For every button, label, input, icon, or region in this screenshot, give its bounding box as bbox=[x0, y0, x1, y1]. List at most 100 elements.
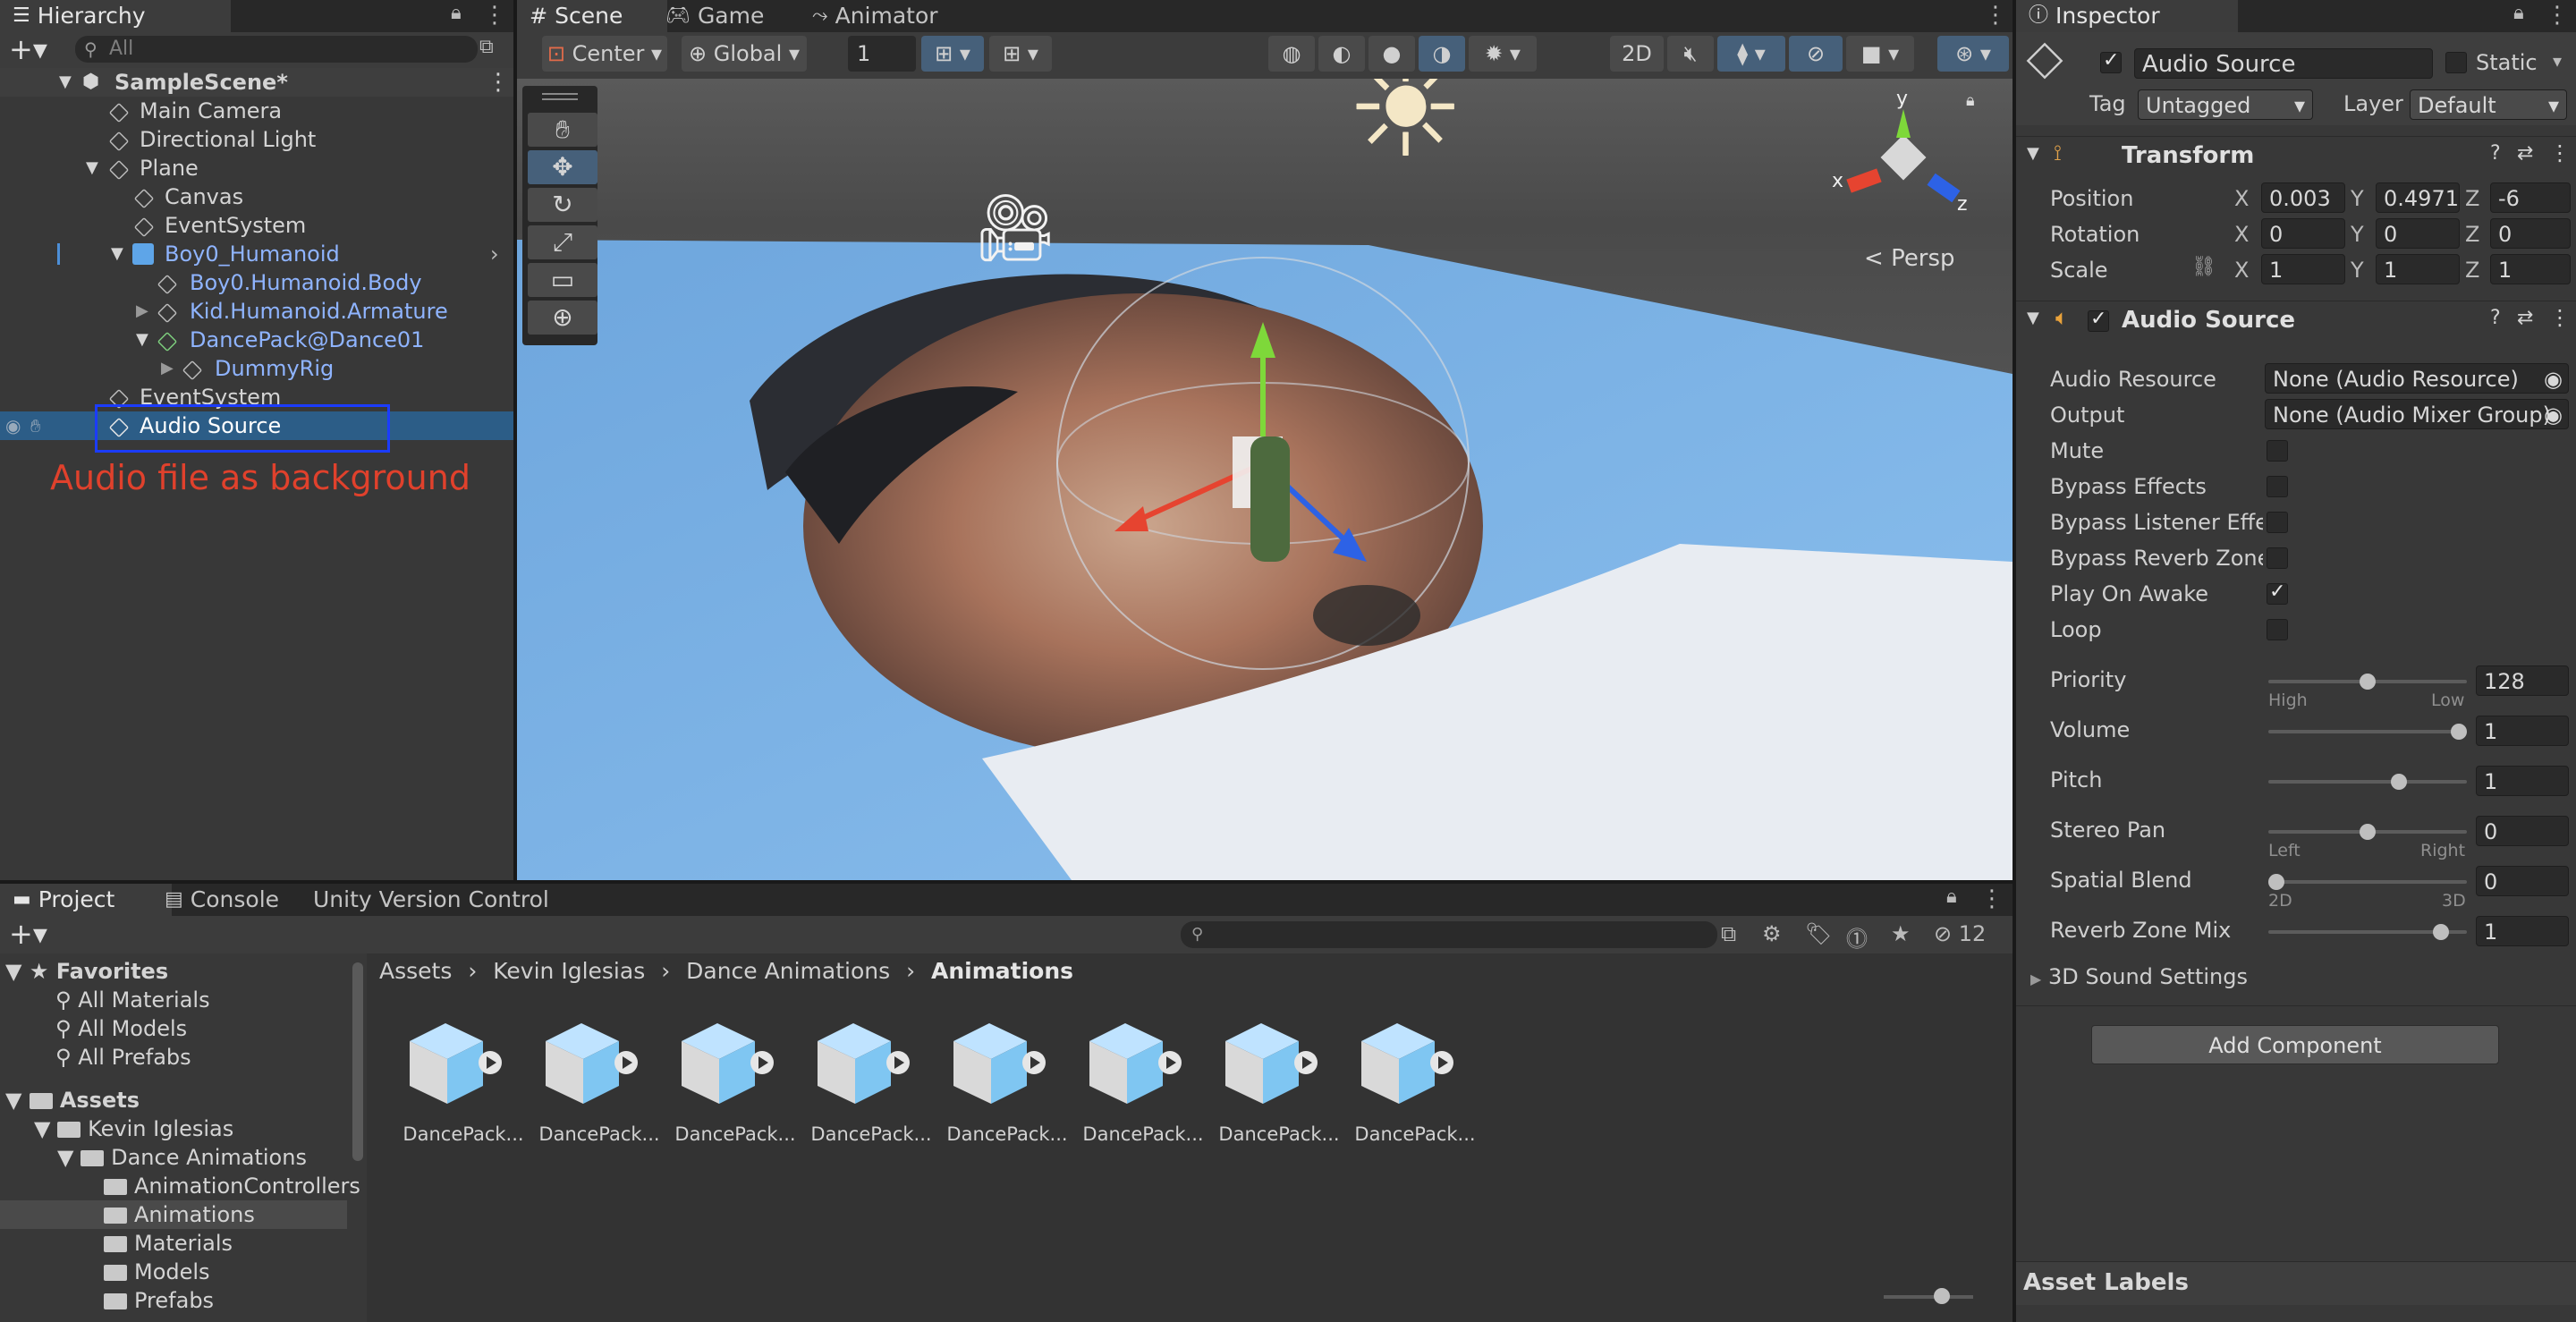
rotation-y-field[interactable]: 0 bbox=[2376, 218, 2460, 249]
breadcrumb-item-current[interactable]: Animations bbox=[931, 958, 1073, 984]
folder-item[interactable]: AnimationControllers bbox=[104, 1172, 360, 1200]
favorite-item[interactable]: ⚲ All Models bbox=[55, 1014, 187, 1043]
expand-arrow-icon[interactable]: ▼ bbox=[136, 326, 148, 354]
zoom-slider-knob[interactable] bbox=[1934, 1288, 1950, 1304]
scale-tool-button[interactable]: ⤢ bbox=[528, 225, 597, 259]
slider-knob[interactable] bbox=[2432, 924, 2449, 940]
scale-x-field[interactable]: 1 bbox=[2261, 254, 2345, 284]
overlay-handle[interactable] bbox=[542, 93, 578, 95]
tab-console[interactable]: ▤ Console bbox=[152, 884, 292, 916]
component-menu-icon[interactable]: ⋮ bbox=[2549, 305, 2571, 330]
tab-inspector[interactable]: ⓘ Inspector bbox=[2016, 0, 2238, 32]
breadcrumb-item[interactable]: Assets bbox=[379, 958, 452, 984]
object-picker-icon[interactable]: ◉ bbox=[2544, 364, 2563, 393]
draw-mode-shaded-wire-button[interactable]: ◐ bbox=[1318, 36, 1365, 72]
rotation-z-field[interactable]: 0 bbox=[2490, 218, 2571, 249]
object-name-field[interactable]: Audio Source bbox=[2134, 48, 2433, 79]
static-checkbox[interactable] bbox=[2445, 52, 2467, 73]
increment-snap-button[interactable]: ⊞ ▾ bbox=[989, 36, 1052, 72]
slider-knob[interactable] bbox=[2451, 724, 2467, 740]
hierarchy-item[interactable]: ▼ DancePack@Dance01 bbox=[0, 326, 513, 354]
hand-tool-button[interactable]: ✋︎ bbox=[528, 113, 597, 147]
add-icon[interactable]: +▾ bbox=[9, 32, 47, 66]
spatial-blend-field[interactable]: 0 bbox=[2476, 866, 2569, 896]
asset-tile[interactable]: DancePack... bbox=[1349, 1011, 1481, 1145]
preset-icon[interactable]: ⇄ bbox=[2517, 142, 2533, 165]
gizmo-z-cone[interactable] bbox=[1927, 173, 1961, 203]
tab-project[interactable]: ▬ Project bbox=[0, 884, 172, 916]
folder-item[interactable]: Models bbox=[104, 1258, 210, 1286]
camera-gizmo-icon[interactable]: 🎥︎ bbox=[973, 195, 1057, 261]
position-y-field[interactable]: 0.4971 bbox=[2376, 182, 2460, 213]
projection-label[interactable]: < Persp bbox=[1864, 245, 1955, 272]
folder-item[interactable]: Materials bbox=[104, 1229, 233, 1258]
bypass-listener-checkbox[interactable] bbox=[2267, 512, 2288, 533]
expand-arrow-icon[interactable]: ▼ bbox=[111, 240, 123, 268]
slider-knob[interactable] bbox=[2360, 674, 2376, 690]
asset-tile[interactable]: DancePack... bbox=[805, 1011, 937, 1145]
bypass-reverb-checkbox[interactable] bbox=[2267, 547, 2288, 569]
draw-mode-shaded-button[interactable]: ● bbox=[1368, 36, 1415, 72]
expand-arrow-icon[interactable]: ▼ bbox=[86, 154, 98, 182]
more-menu-icon[interactable]: ⋮ bbox=[1980, 886, 2004, 912]
draw-mode-wireframe-button[interactable]: ◍ bbox=[1268, 36, 1315, 72]
grid-snap-button[interactable]: ⊞ ▾ bbox=[921, 36, 984, 72]
tab-animator[interactable]: ⤳ Animator bbox=[800, 0, 951, 32]
favorite-item[interactable]: ⚲ All Materials bbox=[55, 986, 210, 1014]
search-by-type-icon[interactable]: ⧉ bbox=[1721, 921, 1736, 946]
add-icon[interactable]: +▾ bbox=[9, 916, 47, 952]
gizmo-lock-icon[interactable]: 🔒︎ bbox=[1966, 91, 1975, 110]
transform-header[interactable]: ▼ ⟟ Transform ? ⇄ ⋮ bbox=[2016, 136, 2576, 176]
filter-warning-icon[interactable]: ⓵ bbox=[1846, 921, 1868, 953]
position-x-field[interactable]: 0.003 bbox=[2261, 182, 2345, 213]
position-z-field[interactable]: -6 bbox=[2490, 182, 2571, 213]
help-icon[interactable]: ? bbox=[2490, 142, 2501, 165]
bypass-effects-checkbox[interactable] bbox=[2267, 476, 2288, 497]
hierarchy-item[interactable]: Canvas bbox=[0, 182, 513, 211]
tag-dropdown[interactable]: Untagged ▾ bbox=[2138, 89, 2313, 120]
foldout-arrow-icon[interactable]: ▼ bbox=[2027, 309, 2039, 327]
lock-icon[interactable]: 🔒︎ bbox=[1946, 886, 1957, 908]
static-dropdown-icon[interactable]: ▾ bbox=[2553, 50, 2562, 72]
volume-slider[interactable] bbox=[2268, 730, 2467, 733]
asset-tile[interactable]: DancePack... bbox=[1077, 1011, 1209, 1145]
hierarchy-item[interactable]: ▼ Boy0_Humanoid › bbox=[0, 240, 513, 268]
scale-z-field[interactable]: 1 bbox=[2490, 254, 2571, 284]
hierarchy-item[interactable]: ▶ DummyRig bbox=[0, 354, 513, 383]
lock-icon[interactable]: 🔒︎ bbox=[451, 2, 462, 24]
pitch-field[interactable]: 1 bbox=[2476, 766, 2569, 796]
scene-root-row[interactable]: ▼ ⬢ SampleScene* ⋮ bbox=[0, 68, 513, 97]
spatial-blend-slider[interactable] bbox=[2268, 880, 2467, 884]
volume-field[interactable]: 1 bbox=[2476, 716, 2569, 746]
scene-viewport[interactable]: ☀ 🎥︎ ✋︎ ✥ ↻ ⤢ ▭ ⊕ 🔒︎ y x z < Persp bbox=[517, 79, 2012, 880]
favorite-star-icon[interactable]: ★ bbox=[1891, 921, 1911, 946]
audio-source-header[interactable]: ▼ 🔈︎ Audio Source ? ⇄ ⋮ bbox=[2016, 301, 2576, 341]
scene-search-icon[interactable]: ⧉ bbox=[479, 36, 494, 58]
visibility-eye-icon[interactable]: ◉ bbox=[5, 411, 21, 440]
tree-scrollbar[interactable] bbox=[352, 962, 363, 1161]
asset-labels-bar[interactable]: Asset Labels bbox=[2016, 1261, 2576, 1305]
gizmos-button[interactable]: ⊛ ▾ bbox=[1937, 36, 2009, 72]
output-field[interactable]: None (Audio Mixer Group) ◉ bbox=[2265, 399, 2569, 429]
reverb-mix-field[interactable]: 1 bbox=[2476, 916, 2569, 946]
hierarchy-item[interactable]: ▼ Plane bbox=[0, 154, 513, 182]
scale-y-field[interactable]: 1 bbox=[2376, 254, 2460, 284]
asset-tile[interactable]: DancePack... bbox=[1213, 1011, 1345, 1145]
hidden-packages-toggle[interactable]: ⊘ 12 bbox=[1934, 921, 1986, 946]
more-menu-icon[interactable]: ⋮ bbox=[483, 2, 506, 29]
light-gizmo-icon[interactable]: ☀ bbox=[1345, 79, 1465, 177]
rotation-x-field[interactable]: 0 bbox=[2261, 218, 2345, 249]
tab-scene[interactable]: # Scene bbox=[517, 0, 667, 32]
chevron-right-icon[interactable]: › bbox=[490, 240, 499, 268]
object-active-checkbox[interactable] bbox=[2100, 49, 2122, 73]
draw-mode-unlit-button[interactable]: ◑ bbox=[1419, 36, 1465, 72]
gizmo-y-cone[interactable] bbox=[1896, 109, 1911, 138]
play-on-awake-checkbox[interactable] bbox=[2267, 580, 2288, 605]
asset-tile[interactable]: DancePack... bbox=[397, 1011, 530, 1145]
preset-icon[interactable]: ⇄ bbox=[2517, 307, 2533, 329]
hierarchy-item[interactable]: Main Camera bbox=[0, 97, 513, 125]
audio-resource-field[interactable]: None (Audio Resource) ◉ bbox=[2265, 363, 2569, 394]
camera-settings-button[interactable]: ■ ▾ bbox=[1846, 36, 1914, 72]
transform-tool-button[interactable]: ⊕ bbox=[528, 301, 597, 335]
search-input[interactable]: ⚲ All bbox=[75, 36, 478, 63]
